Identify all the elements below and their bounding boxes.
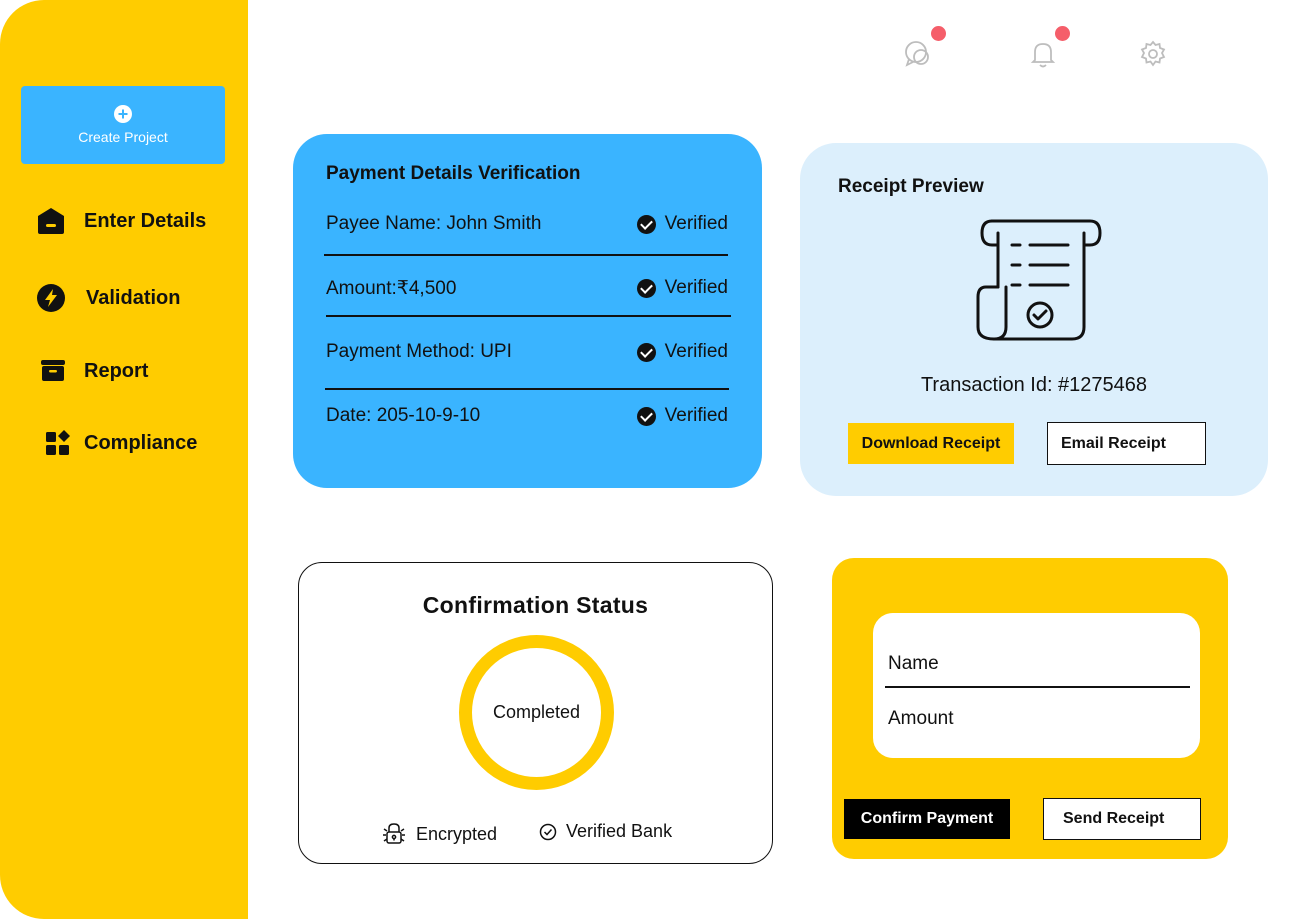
confirmation-status-card: Confirmation Status Completed Encrypted … <box>298 562 773 864</box>
payment-row-label: Amount:₹4,500 <box>326 277 457 299</box>
payment-row-label: Payee Name: John Smith <box>326 213 542 234</box>
lightning-icon <box>36 283 66 313</box>
lock-icon <box>383 823 405 844</box>
archive-icon <box>40 356 66 386</box>
sidebar-item-label: Validation <box>86 286 181 309</box>
notification-dot <box>1055 26 1070 41</box>
sidebar: Create Project Enter Details Validation … <box>0 0 248 919</box>
status-label: Completed <box>492 702 581 722</box>
receipt-preview-card: Receipt Preview Transaction Id: #1275468… <box>800 143 1268 496</box>
payment-card-title: Payment Details Verification <box>326 163 581 184</box>
encrypted-badge: Encrypted <box>381 821 497 847</box>
transaction-id: Transaction Id: #1275468 <box>920 374 1148 396</box>
amount-field[interactable]: Amount <box>888 708 953 730</box>
verified-label: Verified <box>664 277 728 298</box>
verified-status: Verified <box>636 213 728 235</box>
field-divider <box>885 686 1190 688</box>
sidebar-item-validation[interactable]: Validation <box>36 283 180 313</box>
confirmation-title: Confirmation Status <box>422 592 649 618</box>
grid-icon <box>44 428 72 458</box>
check-circle-icon <box>636 278 656 298</box>
sidebar-item-label: Report <box>84 359 149 382</box>
payment-row: Payment Method: UPI Verified <box>326 337 728 367</box>
verified-status: Verified <box>636 277 728 299</box>
divider <box>325 388 729 390</box>
verified-status: Verified <box>636 341 728 363</box>
create-project-button[interactable]: Create Project <box>21 86 225 164</box>
bell-icon[interactable] <box>1029 40 1057 68</box>
name-field[interactable]: Name <box>888 653 939 675</box>
verified-label: Verified <box>664 341 728 362</box>
home-icon <box>36 206 66 236</box>
payment-row-label: Payment Method: UPI <box>326 341 512 362</box>
gear-icon[interactable] <box>1139 40 1167 68</box>
sidebar-item-compliance[interactable]: Compliance <box>44 428 197 458</box>
page: Create Project Enter Details Validation … <box>0 0 1308 919</box>
verified-bank-label: Verified Bank <box>566 821 673 841</box>
email-receipt-button[interactable]: Email Receipt <box>1047 422 1206 465</box>
check-circle-icon <box>636 214 656 234</box>
payment-row-label: Date: 205-10-9-10 <box>326 405 481 426</box>
verified-label: Verified <box>664 213 728 234</box>
payment-row: Payee Name: John Smith Verified <box>326 209 728 239</box>
check-circle-icon <box>636 342 656 362</box>
verified-status: Verified <box>636 405 728 427</box>
payment-row: Amount:₹4,500 Verified <box>326 273 728 303</box>
send-receipt-button[interactable]: Send Receipt <box>1043 798 1201 840</box>
notification-dot <box>931 26 946 41</box>
sidebar-item-enter-details[interactable]: Enter Details <box>36 206 206 236</box>
download-receipt-button[interactable]: Download Receipt <box>848 423 1014 464</box>
payment-verification-card: Payment Details Verification Payee Name:… <box>293 134 762 488</box>
verified-bank-badge: Verified Bank <box>539 821 672 842</box>
sidebar-item-label: Enter Details <box>84 209 207 232</box>
plus-icon <box>114 105 132 123</box>
status-ring: Completed <box>459 635 614 790</box>
check-circle-icon <box>636 406 656 426</box>
receipt-card-title: Receipt Preview <box>838 176 984 197</box>
payment-form-card: Name Amount Confirm Payment Send Receipt <box>832 558 1228 859</box>
sidebar-item-report[interactable]: Report <box>40 356 148 386</box>
confirm-payment-button[interactable]: Confirm Payment <box>844 799 1010 839</box>
check-circle-icon <box>539 823 557 840</box>
divider <box>326 315 731 317</box>
create-project-label: Create Project <box>78 129 168 145</box>
receipt-icon <box>972 217 1106 343</box>
encrypted-label: Encrypted <box>416 823 498 844</box>
chat-icon[interactable] <box>904 40 932 68</box>
payment-form: Name Amount <box>873 613 1200 758</box>
payment-row: Date: 205-10-9-10 Verified <box>326 401 728 431</box>
verified-label: Verified <box>664 405 728 426</box>
sidebar-item-label: Compliance <box>84 431 198 454</box>
divider <box>324 254 728 256</box>
